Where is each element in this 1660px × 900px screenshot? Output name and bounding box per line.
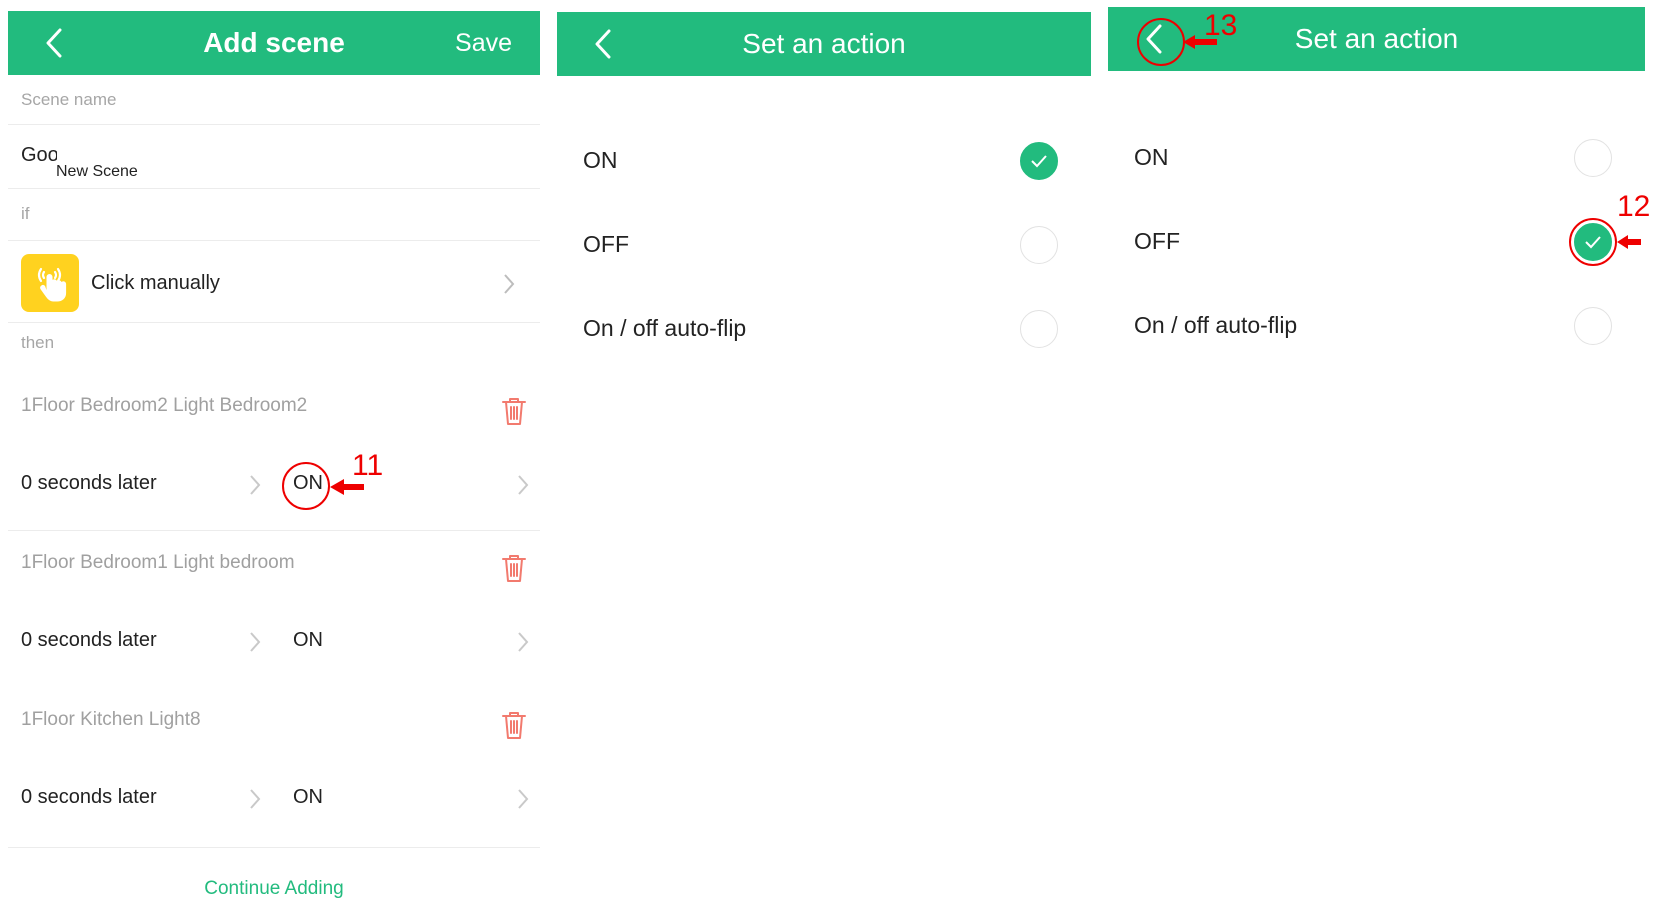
trigger-label: Click manually [91, 272, 220, 294]
radio-unselected[interactable] [1020, 310, 1058, 348]
trash-icon[interactable] [500, 709, 528, 741]
trigger-icon-box [21, 254, 79, 312]
chevron-right-icon[interactable] [516, 473, 530, 497]
header-bar: Set an action [1108, 7, 1645, 71]
delay-label[interactable]: 0 seconds later [21, 629, 157, 652]
option-row[interactable]: ON [1108, 137, 1645, 179]
divider [8, 188, 540, 189]
chevron-left-icon [1146, 24, 1162, 54]
trash-icon[interactable] [500, 552, 528, 584]
radio-selected[interactable] [1020, 142, 1058, 180]
annotation-number: 12 [1617, 190, 1651, 223]
radio-selected[interactable] [1574, 223, 1612, 261]
option-label: OFF [583, 231, 629, 257]
divider [8, 240, 540, 241]
add-scene-screen: Add scene Save Scene name Good night New… [8, 0, 540, 900]
option-label: On / off auto-flip [583, 315, 747, 341]
chevron-left-icon [46, 28, 62, 58]
option-label: ON [1134, 144, 1169, 170]
save-button[interactable]: Save [455, 11, 512, 75]
chevron-right-icon[interactable] [516, 630, 530, 654]
chevron-right-icon[interactable] [248, 473, 262, 497]
action-value[interactable]: ON [293, 472, 323, 495]
page-title: Set an action [742, 28, 906, 59]
chevron-left-icon [595, 29, 611, 59]
radio-unselected[interactable] [1020, 226, 1058, 264]
header-bar: Add scene Save [8, 11, 540, 75]
hand-tap-icon [37, 267, 67, 302]
if-label: if [21, 204, 30, 223]
set-action-screen-before: Set an action ON OFF On / off auto-flip [557, 0, 1091, 900]
autocomplete-tooltip[interactable]: New Scene [54, 163, 140, 181]
chevron-right-icon[interactable] [248, 787, 262, 811]
back-button[interactable] [34, 23, 74, 63]
option-label: On / off auto-flip [1134, 312, 1298, 338]
action-device-name: 1Floor Kitchen Light8 [21, 709, 201, 730]
option-row[interactable]: On / off auto-flip [557, 308, 1091, 350]
delay-label[interactable]: 0 seconds later [21, 786, 157, 809]
chevron-right-icon[interactable] [516, 787, 530, 811]
action-device-name: 1Floor Bedroom2 Light Bedroom2 [21, 395, 308, 416]
chevron-right-icon [504, 274, 515, 294]
action-value[interactable]: ON [293, 629, 323, 652]
annotation-arrow-icon [330, 479, 364, 495]
divider [8, 530, 540, 531]
trash-icon[interactable] [500, 395, 528, 427]
divider [8, 847, 540, 848]
trigger-row[interactable]: Click manually [8, 244, 540, 322]
checkmark-icon [1031, 155, 1047, 168]
chevron-right-icon[interactable] [248, 630, 262, 654]
continue-adding-button[interactable]: Continue Adding [8, 878, 540, 900]
option-row[interactable]: OFF [1108, 221, 1645, 263]
option-label: ON [583, 147, 618, 173]
scene-name-label: Scene name [21, 90, 117, 109]
set-action-screen-after: Set an action ON OFF On / off auto-flip … [1108, 0, 1650, 900]
option-row[interactable]: ON [557, 140, 1091, 182]
option-row[interactable]: On / off auto-flip [1108, 305, 1645, 347]
divider [8, 322, 540, 323]
action-device-name: 1Floor Bedroom1 Light bedroom [21, 552, 295, 573]
annotation-number: 11 [352, 449, 384, 482]
header-bar: Set an action [557, 12, 1091, 76]
checkmark-icon [1585, 236, 1601, 249]
radio-unselected[interactable] [1574, 139, 1612, 177]
radio-unselected[interactable] [1574, 307, 1612, 345]
delay-label[interactable]: 0 seconds later [21, 472, 157, 495]
option-label: OFF [1134, 228, 1180, 254]
option-row[interactable]: OFF [557, 224, 1091, 266]
scene-name-input[interactable]: Good night [21, 144, 57, 167]
back-button[interactable] [583, 24, 623, 64]
then-label: then [21, 333, 55, 352]
page-title: Set an action [1294, 23, 1459, 54]
back-button[interactable] [1134, 19, 1174, 59]
action-value[interactable]: ON [293, 786, 323, 809]
divider [8, 124, 540, 125]
